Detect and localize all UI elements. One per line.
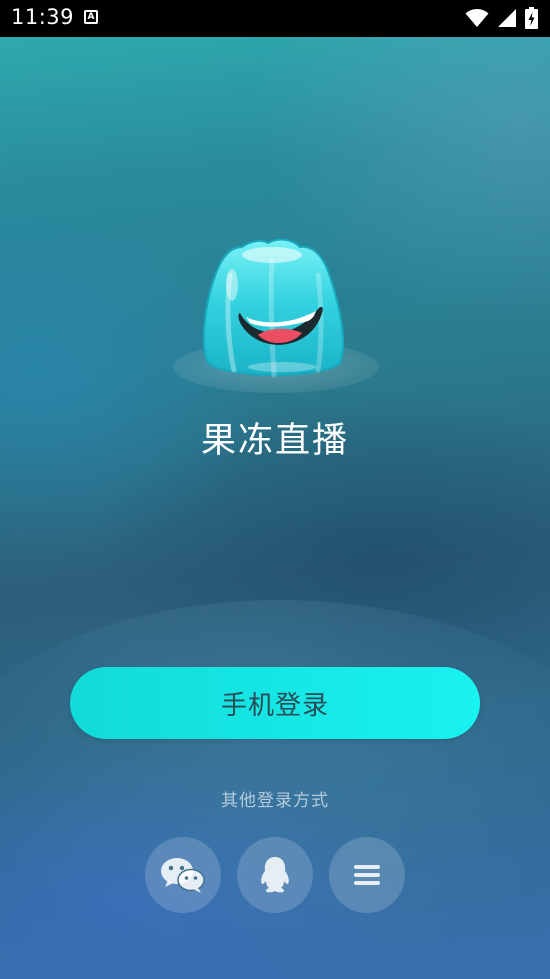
other-login-methods-label: 其他登录方式	[221, 791, 329, 811]
more-login-button[interactable]	[329, 837, 405, 913]
battery-charging-icon	[525, 7, 538, 29]
qq-login-button[interactable]	[237, 837, 313, 913]
wechat-login-button[interactable]	[145, 837, 221, 913]
text-a-icon: A	[84, 10, 98, 24]
phone-login-button[interactable]: 手机登录	[70, 667, 480, 739]
signal-icon	[498, 9, 516, 27]
login-screen: 11:39 A 果冻直播 手机登录 其他登录方式	[0, 0, 550, 979]
qq-icon	[261, 857, 289, 893]
app-name: 果冻直播	[200, 421, 349, 461]
status-time: 11:39	[11, 5, 75, 29]
social-login-row	[0, 837, 550, 913]
jelly-mascot-icon	[172, 235, 380, 400]
menu-icon	[354, 865, 380, 885]
wifi-icon	[465, 9, 489, 27]
status-icons	[465, 7, 538, 29]
wechat-icon	[161, 858, 205, 893]
status-bar: 11:39 A	[0, 0, 550, 37]
phone-login-label: 手机登录	[220, 690, 329, 721]
